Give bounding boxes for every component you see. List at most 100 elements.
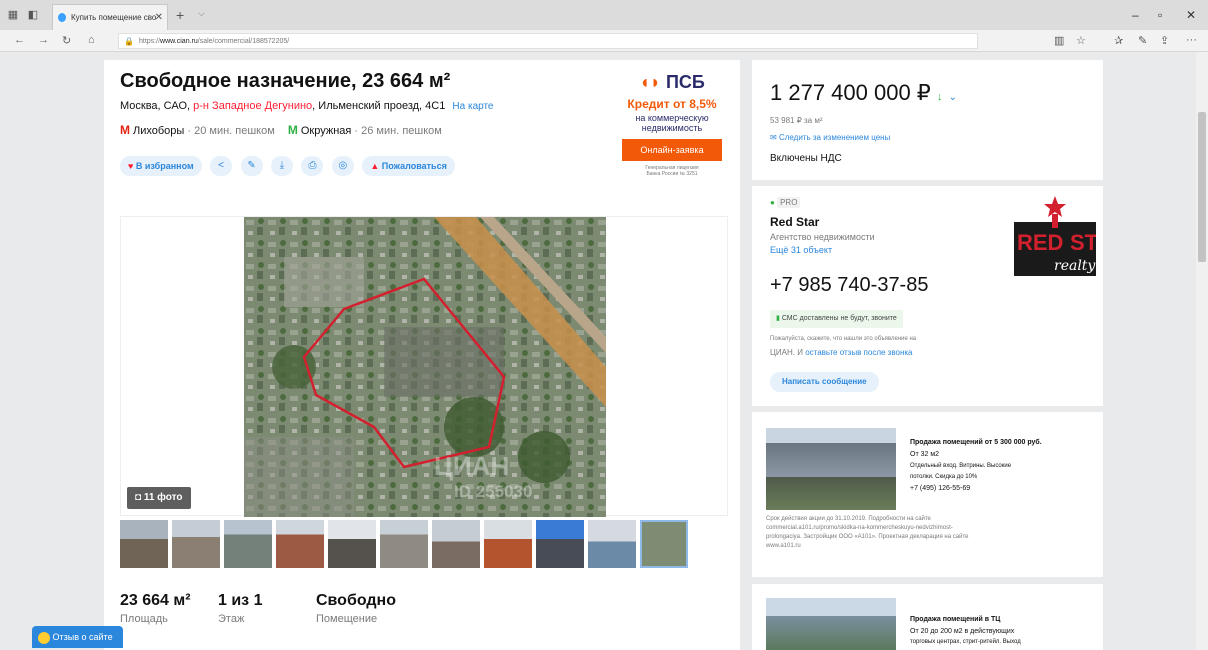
agent-card: ● PRO Red Star Агентство недвижимости Ещ… [752, 186, 1103, 406]
camera-icon: ◘ [135, 492, 142, 503]
more-menu-icon[interactable]: ··· [1186, 34, 1197, 46]
map-link[interactable]: На карте [452, 101, 493, 112]
promo2-line2: торговых центрах, стрит-ритейл. Выход [910, 639, 1021, 645]
promo1-line2: Отдельный вход. Витрины. Высокие [910, 463, 1012, 469]
url-field[interactable]: 🔒 https://www.cian.ru/sale/commercial/18… [118, 33, 978, 49]
photo-gallery[interactable]: ЦИАН ID 255030 ◘ 11 фото [120, 216, 728, 517]
agent-objects-link[interactable]: Ещё 31 объект [770, 245, 832, 255]
hide-button[interactable]: ◎ [331, 156, 354, 176]
forward-icon[interactable]: → [38, 34, 49, 46]
price-trend-icon[interactable]: ↓ [937, 91, 943, 103]
price-history-chevron-icon[interactable]: ⌄ [949, 92, 957, 103]
price-card: 1 277 400 000 ₽ ↓ ⌄ 53 981 ₽ за м² ✉ Сле… [752, 60, 1103, 180]
promo1-fine2: commercial.a101.ru/promo/skidka-na-komme… [766, 525, 953, 531]
close-tab-icon[interactable]: ✕ [155, 12, 163, 23]
promo-card-1[interactable]: Продажа помещений от 5 300 000 руб. От 3… [752, 412, 1103, 577]
metro-station-2[interactable]: Окружная [301, 125, 352, 137]
leave-review-link[interactable]: оставьте отзыв после звонка [805, 348, 912, 357]
tab-list-chevron-icon[interactable]: ⌵ [198, 8, 205, 19]
share-button[interactable]: < [210, 156, 233, 176]
district-link[interactable]: р-н Западное Дегунино [193, 100, 312, 112]
scrollbar-thumb[interactable] [1198, 112, 1206, 262]
reading-view-icon[interactable]: ▥ [1054, 34, 1064, 47]
smiley-icon [38, 631, 50, 644]
metro-time-1: · 20 мин. пешком [184, 125, 275, 137]
agent-note-line2: ЦИАН. И оставьте отзыв после звонка [770, 348, 912, 357]
url-path: /sale/commercial/188572205/ [197, 38, 290, 45]
follow-price-link[interactable]: ✉ Следить за изменением цены [770, 133, 890, 142]
browser-tab[interactable]: Купить помещение сво ✕ [52, 4, 168, 30]
logo-text-red: RED [1017, 230, 1063, 255]
url-domain: www.cian.ru [160, 38, 198, 45]
promo-card-2[interactable]: Продажа помещений в ТЦ От 20 до 200 м2 в… [752, 584, 1103, 650]
share-icon[interactable]: ⇪ [1160, 34, 1169, 47]
refresh-icon[interactable]: ↻ [62, 34, 71, 47]
back-icon[interactable]: ← [14, 34, 25, 46]
satellite-photo: ЦИАН ID 255030 [244, 217, 606, 517]
thumbnail[interactable] [484, 520, 532, 568]
mail-icon: ✉ [770, 133, 777, 142]
photo-count-badge[interactable]: ◘ 11 фото [127, 487, 191, 509]
promo2-title: Продажа помещений в ТЦ [910, 616, 1001, 623]
psb-cta-button[interactable]: Онлайн-заявка [622, 139, 722, 161]
pen-icon[interactable]: ✎ [1138, 34, 1147, 47]
page-scrollbar[interactable] [1196, 52, 1208, 650]
thumbnail[interactable] [224, 520, 272, 568]
thumbnail[interactable] [536, 520, 584, 568]
tab-actions-icon[interactable]: ▦ [6, 8, 20, 22]
thumbnail[interactable] [276, 520, 324, 568]
browser-tab-bar: ▦ ◧ Купить помещение сво ✕ + ⌵ – ▫ ✕ [0, 0, 1208, 30]
thumbnail[interactable] [120, 520, 168, 568]
print-button[interactable]: ⎙ [301, 156, 324, 176]
listing-title: Свободное назначение, 23 664 м² [120, 70, 451, 92]
psb-ad[interactable]: ◖◗ ПСБ Кредит от 8,5% на коммерческую не… [616, 64, 728, 200]
thumbnail[interactable] [172, 520, 220, 568]
tab-title: Купить помещение сво [71, 13, 157, 22]
thumbnail[interactable] [432, 520, 480, 568]
thumbnail[interactable] [328, 520, 376, 568]
listing-main-panel: Свободное назначение, 23 664 м² Москва, … [104, 60, 740, 650]
photo-watermark: ЦИАН [434, 451, 509, 481]
pro-badge: ● PRO [770, 197, 801, 208]
address-city: Москва, САО, [120, 100, 194, 112]
logo-text-realty: realty [1054, 258, 1096, 274]
favorite-button[interactable]: ♥ В избранном [120, 156, 202, 176]
new-tab-icon[interactable]: + [176, 7, 184, 23]
home-icon[interactable]: ⌂ [88, 34, 95, 46]
address-street: , Ильменский проезд, 4С1 [312, 100, 446, 112]
photo-count-label: 11 фото [143, 492, 183, 503]
download-button[interactable]: ⤓ [270, 156, 293, 176]
url-scheme: https:// [139, 38, 161, 45]
metro-station-1[interactable]: Лихоборы [133, 125, 184, 137]
address-toolbar: ← → ↻ ⌂ 🔒 https://www.cian.ru/sale/comme… [0, 30, 1208, 52]
site-feedback-button[interactable]: Отзыв о сайте [32, 626, 123, 648]
agent-note-cian: ЦИАН. И [770, 348, 806, 357]
edit-button[interactable]: ✎ [240, 156, 263, 176]
psb-logo: ◖◗ ПСБ [616, 72, 728, 93]
thumbnail-active[interactable] [640, 520, 688, 568]
promo1-fine1: Срок действия акции до 31.10.2019. Подро… [766, 516, 931, 522]
close-window-icon[interactable]: ✕ [1186, 8, 1196, 22]
agent-phone[interactable]: +7 985 740-37-85 [770, 274, 928, 297]
maximize-icon[interactable]: ▫ [1158, 8, 1162, 22]
metro-line: М Лихоборы · 20 мин. пешком М Окружная · 2… [120, 123, 442, 137]
promo1-fine4: www.a101.ru [766, 543, 801, 549]
complain-button[interactable]: ▲ Пожаловаться [362, 156, 455, 176]
favorite-star-icon[interactable]: ☆ [1076, 34, 1086, 47]
tab-back-icon[interactable]: ◧ [26, 8, 40, 22]
psb-logo-icon: ◖◗ [639, 72, 661, 92]
summary-premises-label: Помещение [316, 613, 378, 625]
site-feedback-label: Отзыв о сайте [52, 632, 113, 642]
thumbnail[interactable] [588, 520, 636, 568]
write-message-button[interactable]: Написать сообщение [770, 372, 879, 392]
promo2-image [766, 598, 896, 650]
thumbnail[interactable] [380, 520, 428, 568]
print-icon: ⎙ [308, 160, 317, 171]
agent-name[interactable]: Red Star [770, 215, 819, 229]
price-amount: 1 277 400 000 ₽ [770, 80, 931, 105]
promo1-title: Продажа помещений от 5 300 000 руб. [910, 439, 1042, 446]
summary-area-label: Площадь [120, 613, 168, 625]
lock-icon: 🔒 [124, 37, 134, 46]
minimize-icon[interactable]: – [1132, 8, 1139, 22]
favorites-bar-icon[interactable]: ✰ [1114, 34, 1123, 47]
